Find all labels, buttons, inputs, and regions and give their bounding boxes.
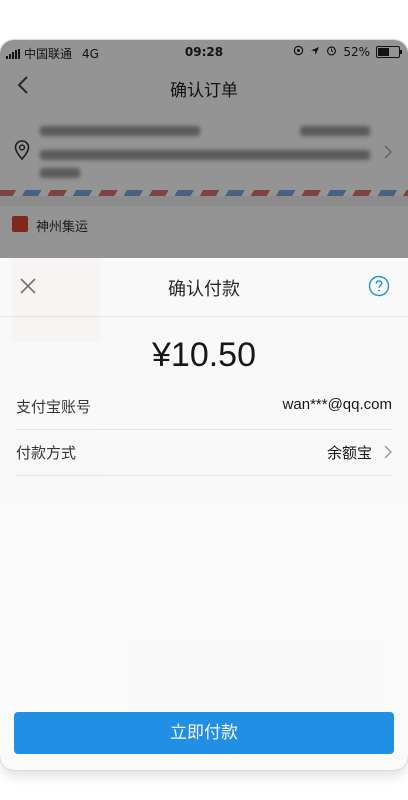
sheet-title: 确认付款 [168,279,240,300]
sheet-header: 确认付款 [0,258,408,317]
chevron-right-icon [384,445,393,463]
payment-amount: ¥10.50 [152,336,256,374]
phone-screen: 中国联通 4G 09:28 52% 确认订单 神州集运 确认付款 ¥10.50 … [0,40,408,770]
account-value: wan***@qq.com [282,396,392,413]
payment-method-label: 付款方式 [16,444,77,462]
account-label: 支付宝账号 [16,398,92,416]
help-icon[interactable] [368,275,390,297]
payment-method-row[interactable]: 付款方式 余额宝 [16,429,393,476]
payment-method-value: 余额宝 [326,444,372,462]
pay-now-button[interactable]: 立即付款 [14,712,394,754]
account-row: 支付宝账号 wan***@qq.com [16,383,392,430]
payment-sheet: 确认付款 ¥10.50 支付宝账号 wan***@qq.com 付款方式 余额宝… [0,258,408,770]
